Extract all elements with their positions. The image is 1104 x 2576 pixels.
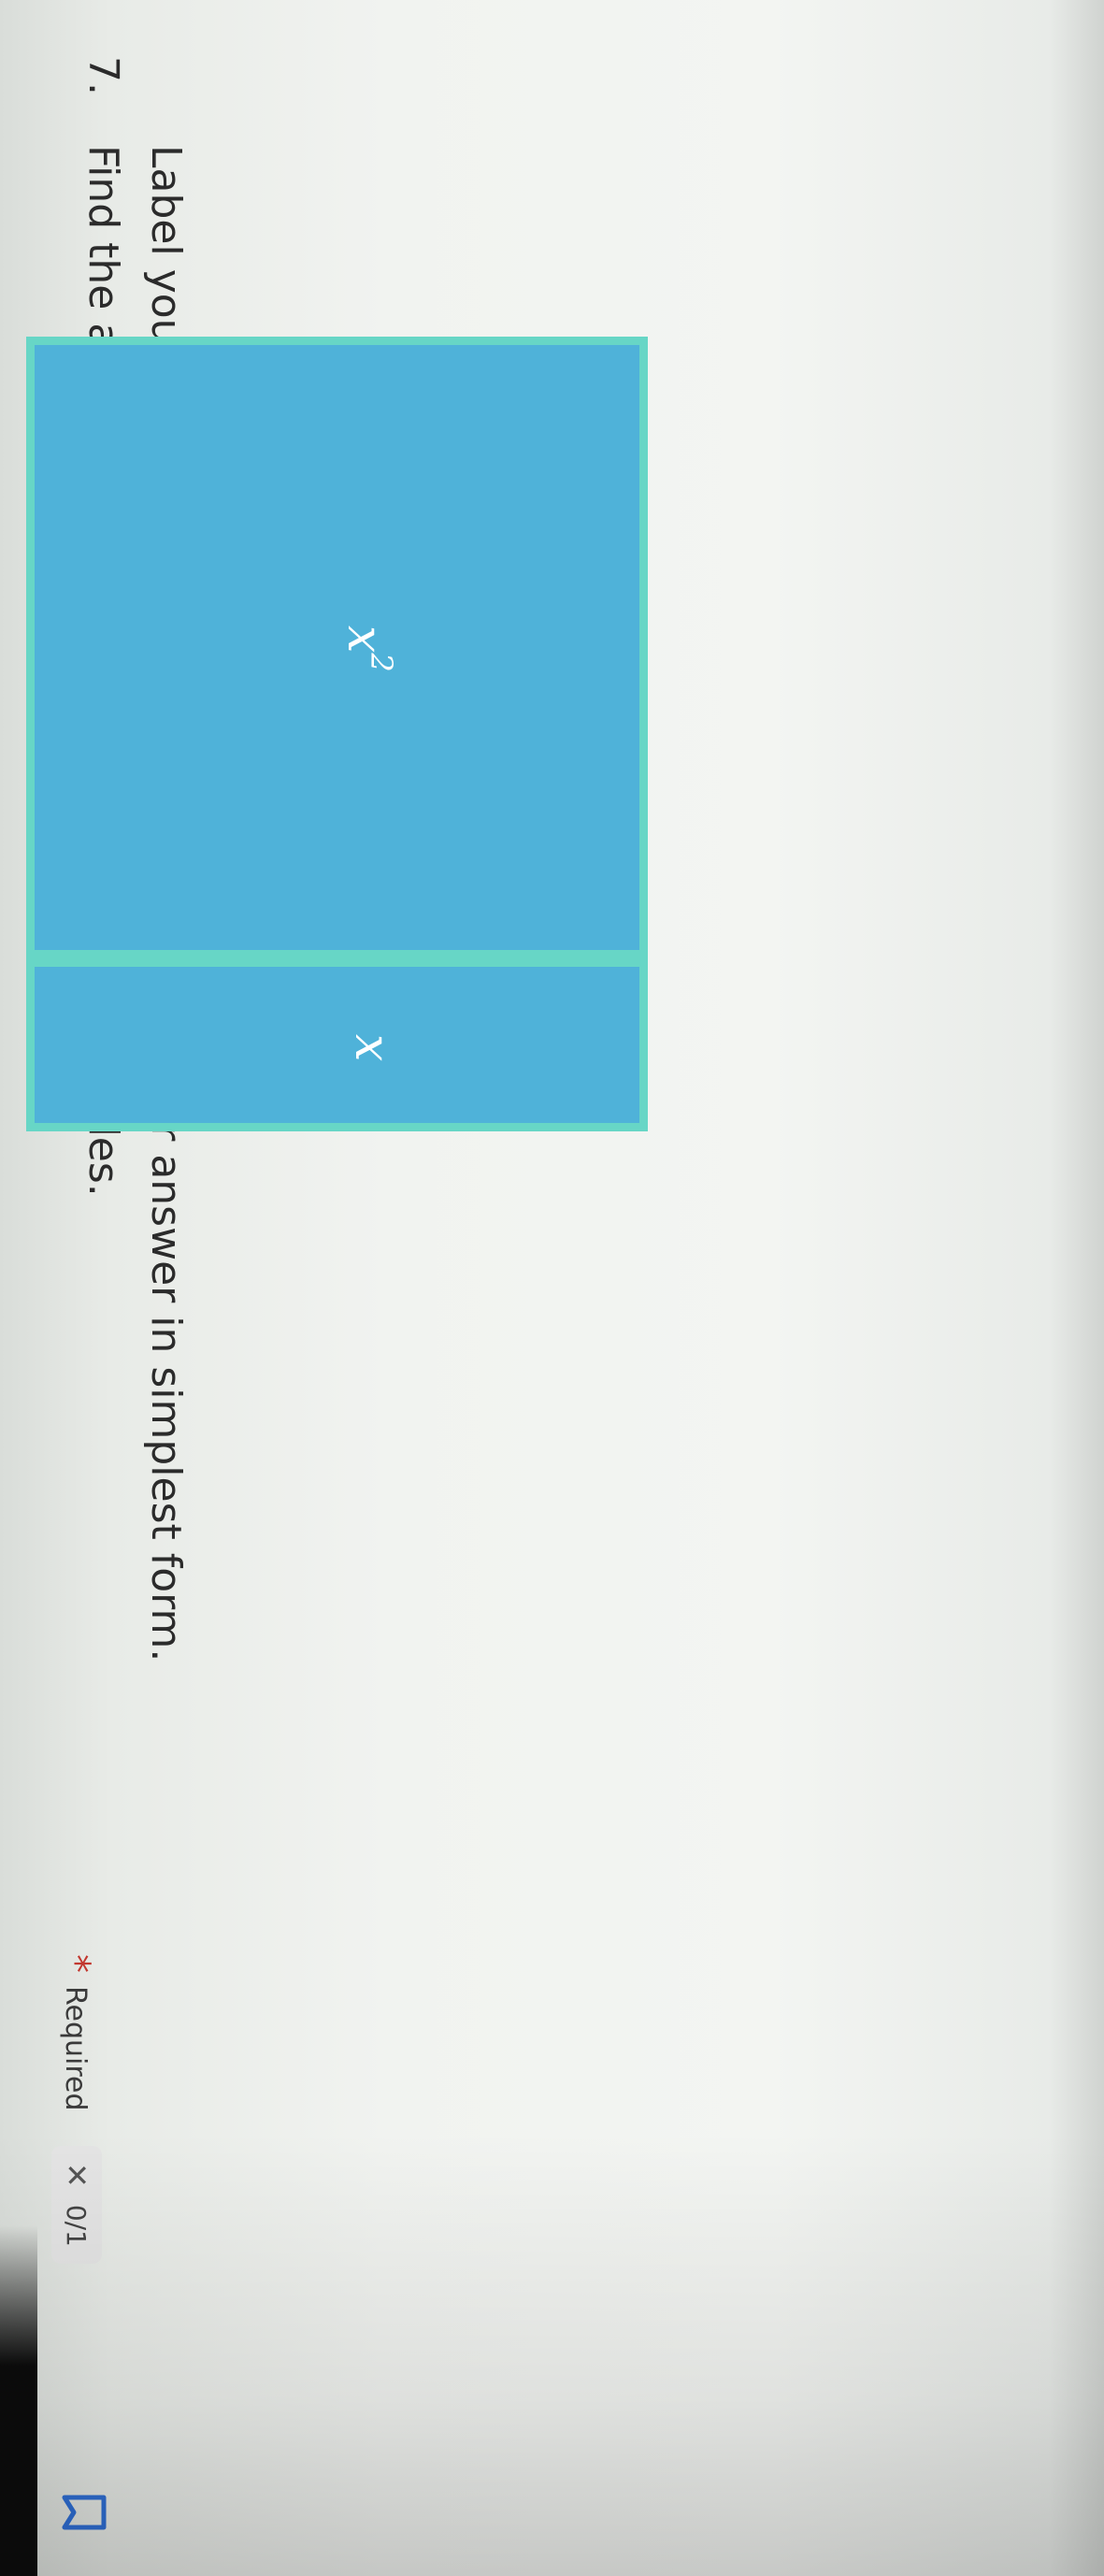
close-x-icon: ✕ <box>59 2163 94 2188</box>
screen: 7. Find the area of the shape made with … <box>0 0 1104 2576</box>
question-card: 7. Find the area of the shape made with … <box>0 0 1104 2576</box>
question-number: 7. <box>79 56 127 95</box>
score-badge: ✕ 0/1 <box>51 2146 102 2264</box>
bookmark-icon[interactable] <box>59 2492 108 2533</box>
required-label: Required <box>59 1986 93 2111</box>
required-asterisk-icon: * <box>54 1954 97 1973</box>
x-squared-exponent: 2 <box>364 653 399 672</box>
x-squared-base: x <box>337 626 393 654</box>
x-squared-tile: x2 <box>26 337 648 958</box>
x-tile-label: x <box>344 1034 400 1062</box>
photo-dark-edge <box>0 2225 37 2576</box>
x-squared-label: x2 <box>337 626 399 672</box>
score-value: 0/1 <box>61 2204 93 2247</box>
x-tile: x <box>26 958 648 1131</box>
required-flag: * Required <box>54 1954 97 2111</box>
algebra-tiles-figure: x2 x <box>26 337 648 1131</box>
